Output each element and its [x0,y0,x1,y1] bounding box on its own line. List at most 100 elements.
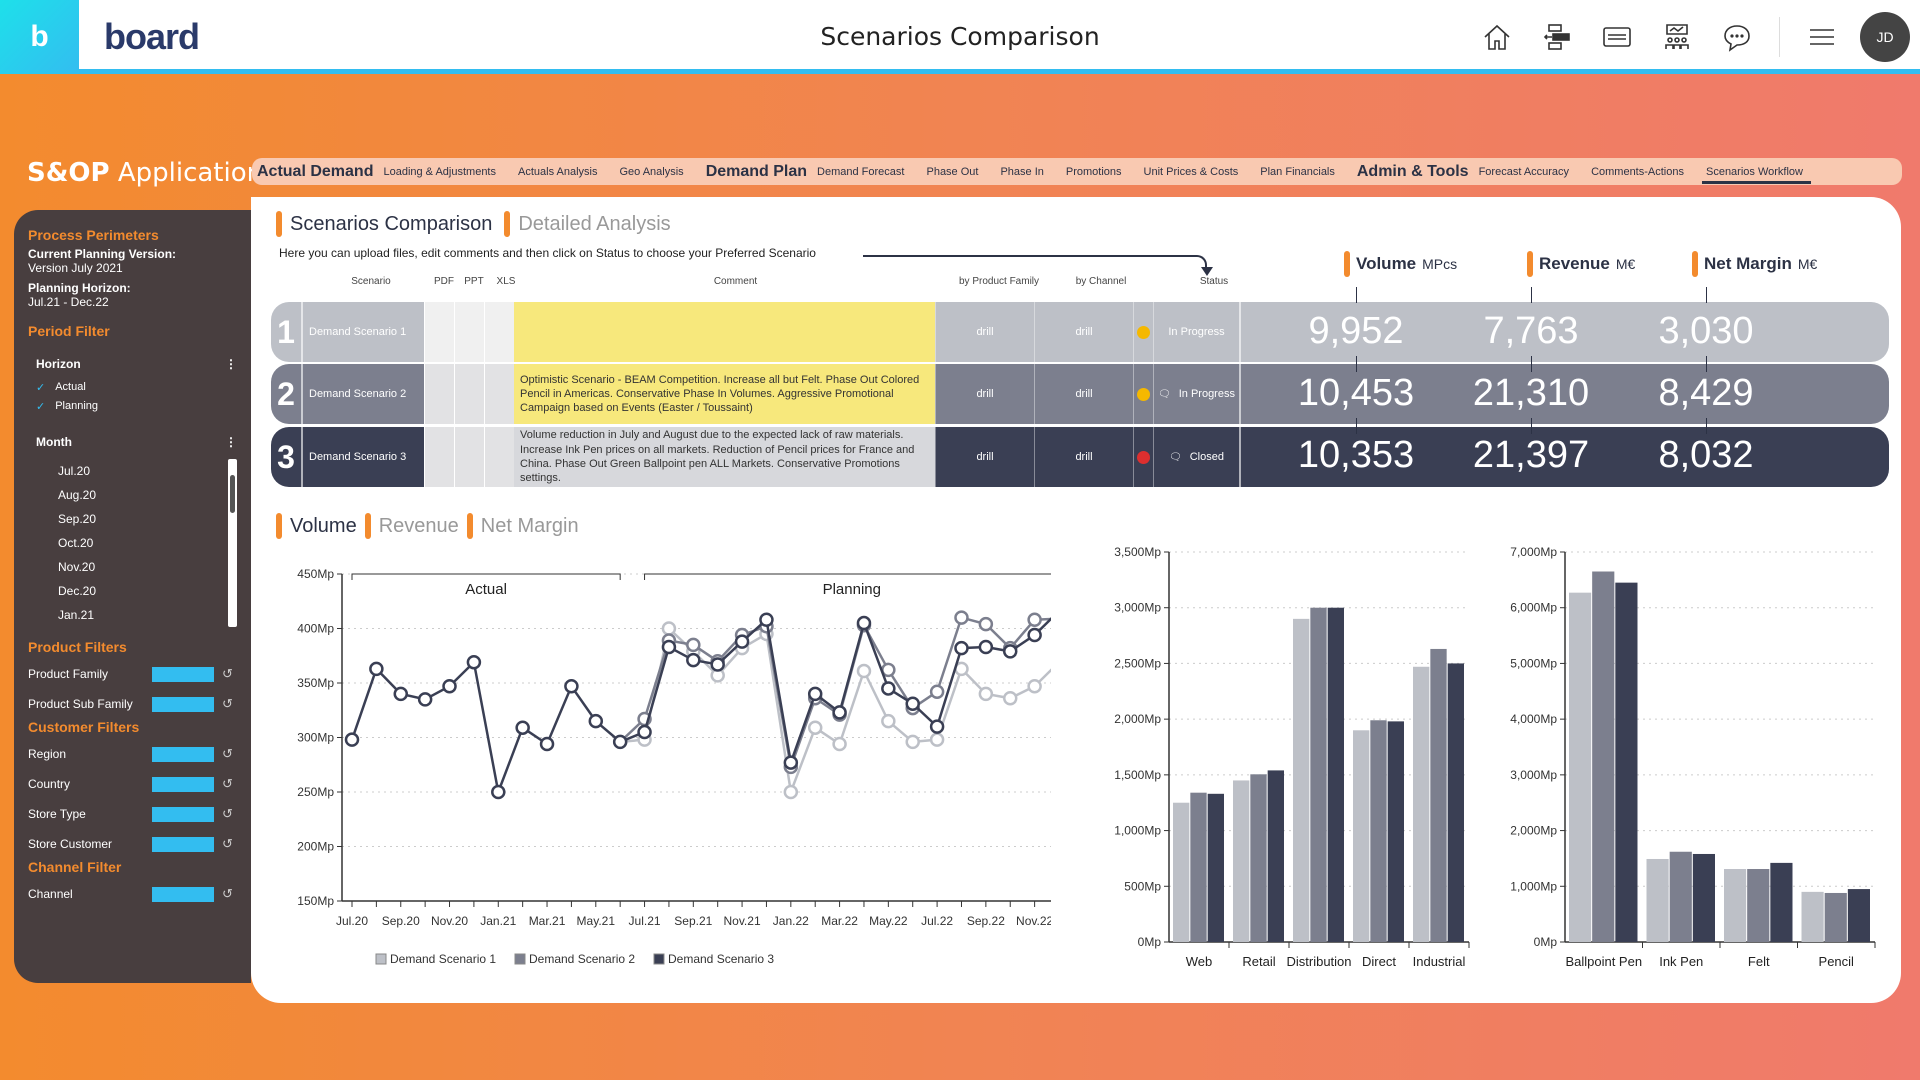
filter-selector[interactable] [152,836,214,852]
bar [1327,607,1344,942]
home-button[interactable] [1467,0,1527,74]
month-item[interactable]: Oct.20 [58,531,237,555]
month-more-icon[interactable]: ⋮ [225,435,237,449]
bar [1353,730,1370,942]
nav-item-forecast-accuracy[interactable]: Forecast Accuracy [1479,166,1569,178]
horizon-option-actual[interactable]: ✓ Actual [36,381,237,394]
nav-item-plan-financials[interactable]: Plan Financials [1260,166,1335,178]
drill-by-channel[interactable]: drill [1034,364,1133,424]
nav-item-promotions[interactable]: Promotions [1066,166,1122,178]
nav-group-demand-plan[interactable]: Demand Plan [706,163,807,181]
ppt-upload-cell[interactable] [454,364,484,424]
category-label: Ballpoint Pen [1565,954,1642,969]
month-item[interactable]: Jul.20 [58,459,237,483]
status-cell[interactable]: 🗨 Closed [1153,427,1241,487]
reset-icon[interactable]: ↺ [222,886,233,902]
data-point [466,655,482,670]
presentation-button[interactable] [1587,0,1647,74]
customer-filters-title: Customer Filters [28,719,140,735]
filter-label: Product Family [28,667,109,681]
comment-cell[interactable] [514,302,935,362]
data-point [881,713,896,729]
month-item[interactable]: Nov.20 [58,555,237,579]
pdf-upload-cell[interactable] [424,364,454,424]
filter-selector[interactable] [152,776,214,792]
nav-item-demand-forecast[interactable]: Demand Forecast [817,166,904,178]
horizon-more-icon[interactable]: ⋮ [225,357,237,371]
nav-group-actual-demand[interactable]: Actual Demand [257,163,373,181]
nav-item-unit-prices-costs[interactable]: Unit Prices & Costs [1144,166,1239,178]
comment-cell[interactable]: Volume reduction in July and August due … [514,427,935,487]
reset-icon[interactable]: ↺ [222,806,233,822]
month-item[interactable]: Sep.20 [58,507,237,531]
filter-selector[interactable] [152,696,214,712]
nav-item-comments-actions[interactable]: Comments-Actions [1591,166,1684,178]
scenario-number: 1 [277,313,295,350]
kpi-value-margin: 8,032 [1658,434,1754,476]
xls-upload-cell[interactable] [484,302,514,362]
product-bar-chart: 0Mp 1,000Mp 2,000Mp 3,000Mp 4,000Mp 5,000Mp 6,… [1510,545,1876,969]
nav-item-phase-in[interactable]: Phase In [1000,166,1043,178]
y-tick-label: 5,000Mp [1510,656,1557,670]
status-cell[interactable]: 🗨 In Progress [1153,364,1241,424]
comment-cell[interactable]: Optimistic Scenario - BEAM Competition. … [514,364,935,424]
filter-selector[interactable] [152,666,214,682]
month-item[interactable]: Dec.20 [58,579,237,603]
drill-by-channel[interactable]: drill [1034,302,1133,362]
chart-tab-volume[interactable]: Volume [276,513,357,539]
nav-group-admin-tools[interactable]: Admin & Tools [1357,163,1469,181]
status-cell[interactable]: In Progress [1153,302,1241,362]
nav-item-geo-analysis[interactable]: Geo Analysis [619,166,683,178]
reset-icon[interactable]: ↺ [222,746,233,762]
nav-item-loading-adjustments[interactable]: Loading & Adjustments [383,166,496,178]
month-scrollbar[interactable] [228,459,237,627]
col-header-status: Status [1199,276,1229,287]
scenario-name: Demand Scenario 3 [301,427,424,487]
legend-label: Demand Scenario 3 [668,952,774,966]
reset-icon[interactable]: ↺ [222,696,233,712]
kpi-unit: M€ [1797,256,1818,272]
filter-selector[interactable] [152,886,214,902]
kpi-connector [1356,356,1357,372]
month-item[interactable]: Jan.21 [58,603,237,627]
collaboration-button[interactable] [1647,0,1707,74]
tab-scenarios-comparison[interactable]: Scenarios Comparison [276,211,492,237]
menu-button[interactable] [1792,0,1852,74]
month-item[interactable]: Aug.20 [58,483,237,507]
bar [1669,851,1692,942]
navigation-button[interactable] [1527,0,1587,74]
pdf-upload-cell[interactable] [424,302,454,362]
ppt-upload-cell[interactable] [454,302,484,362]
drill-by-product-family[interactable]: drill [935,427,1034,487]
col-header-scenario: Scenario [351,276,391,287]
y-tick-label: 3,000Mp [1114,601,1161,615]
nav-item-scenarios-workflow[interactable]: Scenarios Workflow [1701,166,1811,184]
pdf-upload-cell[interactable] [424,427,454,487]
xls-upload-cell[interactable] [484,427,514,487]
drill-by-channel[interactable]: drill [1034,427,1133,487]
reset-icon[interactable]: ↺ [222,776,233,792]
data-point [637,724,652,740]
horizon-option-planning[interactable]: ✓ Planning [36,400,237,413]
horizon-value: Jul.21 - Dec.22 [28,295,109,309]
filter-store-customer: Store Customer ↺ [28,829,237,859]
chart-tab-net-margin[interactable]: Net Margin [467,513,579,539]
filter-selector[interactable] [152,746,214,762]
reset-icon[interactable]: ↺ [222,836,233,852]
drill-by-product-family[interactable]: drill [935,364,1034,424]
chat-button[interactable] [1707,0,1767,74]
data-point [442,679,457,694]
filter-selector[interactable] [152,806,214,822]
nav-item-actuals-analysis[interactable]: Actuals Analysis [518,166,597,178]
data-point [783,755,799,770]
tab-detailed-analysis[interactable]: Detailed Analysis [504,211,670,237]
drill-by-product-family[interactable]: drill [935,302,1034,362]
xls-upload-cell[interactable] [484,364,514,424]
nav-item-phase-out[interactable]: Phase Out [926,166,978,178]
reset-icon[interactable]: ↺ [222,666,233,682]
chart-tab-revenue[interactable]: Revenue [365,513,459,539]
y-tick-label: 0Mp [1534,935,1558,949]
ppt-upload-cell[interactable] [454,427,484,487]
kpi-value-revenue: 7,763 [1483,310,1579,352]
user-avatar[interactable]: JD [1860,12,1910,62]
